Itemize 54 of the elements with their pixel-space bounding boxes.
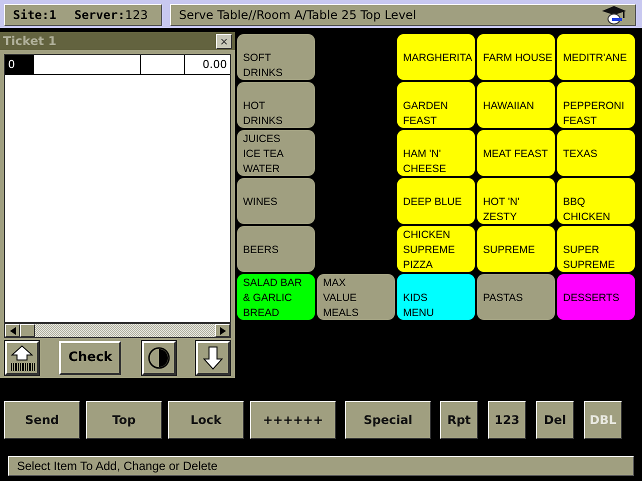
menu-button[interactable]: MAX VALUE MEALS	[317, 274, 395, 320]
menu-button[interactable]: JUICES ICE TEA WATER	[237, 130, 315, 176]
action-button[interactable]: ++++++	[250, 401, 336, 439]
menu-button[interactable]: SUPREME	[477, 226, 555, 272]
menu-button[interactable]: CHICKEN SUPREME PIZZA	[397, 226, 475, 272]
menu-button[interactable]: HOT 'N' ZESTY	[477, 178, 555, 224]
menu-button[interactable]: SOFT DRINKS	[237, 34, 315, 80]
menu-button[interactable]: WINES	[237, 178, 315, 224]
menu-button[interactable]: SUPER SUPREME	[557, 226, 635, 272]
scroll-right-button[interactable]	[215, 324, 230, 337]
horizontal-scrollbar[interactable]	[4, 323, 231, 338]
action-button[interactable]: Special	[345, 401, 431, 439]
menu-button[interactable]: BEERS	[237, 226, 315, 272]
menu-button[interactable]: DEEP BLUE	[397, 178, 475, 224]
menu-button[interactable]: MEAT FEAST	[477, 130, 555, 176]
barcode-up-button[interactable]	[5, 340, 39, 374]
quantity-cell[interactable]: 0	[5, 55, 33, 74]
action-button[interactable]: Top	[86, 401, 162, 439]
location-text: Serve Table//Room A/Table 25 Top Level	[179, 8, 418, 22]
right-triangle-icon	[220, 326, 226, 334]
menu-button[interactable]: HAM 'N' CHEESE	[397, 130, 475, 176]
close-button[interactable]: ×	[216, 34, 232, 48]
site-label: Site:1	[13, 8, 56, 22]
left-triangle-icon	[10, 326, 16, 334]
contrast-button[interactable]	[142, 340, 176, 374]
menu-button[interactable]: MARGHERITA	[397, 34, 475, 80]
menu-button[interactable]: HAWAIIAN	[477, 82, 555, 128]
menu-button[interactable]: TEXAS	[557, 130, 635, 176]
amount-cell: 0.00	[184, 55, 230, 74]
menu-button[interactable]: GARDEN FEAST	[397, 82, 475, 128]
menu-button[interactable]: PEPPERONI FEAST	[557, 82, 635, 128]
down-arrow-button[interactable]	[196, 340, 230, 374]
action-button[interactable]: Del	[536, 401, 574, 439]
menu-button[interactable]: HOT DRINKS	[237, 82, 315, 128]
menu-button[interactable]: KIDS MENU	[397, 274, 475, 320]
scroll-left-button[interactable]	[5, 324, 20, 337]
status-bar: Select Item To Add, Change or Delete	[8, 456, 634, 476]
menu-button[interactable]: PASTAS	[477, 274, 555, 320]
check-button[interactable]: Check	[59, 340, 122, 374]
server-label: Server:123	[74, 8, 148, 22]
action-button[interactable]: Lock	[168, 401, 244, 439]
menu-button[interactable]: DESSERTS	[557, 274, 635, 320]
action-button[interactable]: Rpt	[440, 401, 478, 439]
action-button[interactable]: 123	[488, 401, 526, 439]
menu-button[interactable]: MEDITR'ANE	[557, 34, 635, 80]
up-arrow-barcode-icon	[9, 344, 35, 372]
ticket-title: Ticket 1	[3, 34, 56, 48]
action-button[interactable]: Send	[4, 401, 80, 439]
menu-button[interactable]: BBQ CHICKEN	[557, 178, 635, 224]
scroll-thumb[interactable]	[20, 324, 35, 337]
menu-button[interactable]: SALAD BAR & GARLIC BREAD	[237, 274, 315, 320]
half-circle-icon	[146, 346, 171, 370]
down-arrow-icon	[202, 344, 223, 370]
menu-button[interactable]: FARM HOUSE	[477, 34, 555, 80]
